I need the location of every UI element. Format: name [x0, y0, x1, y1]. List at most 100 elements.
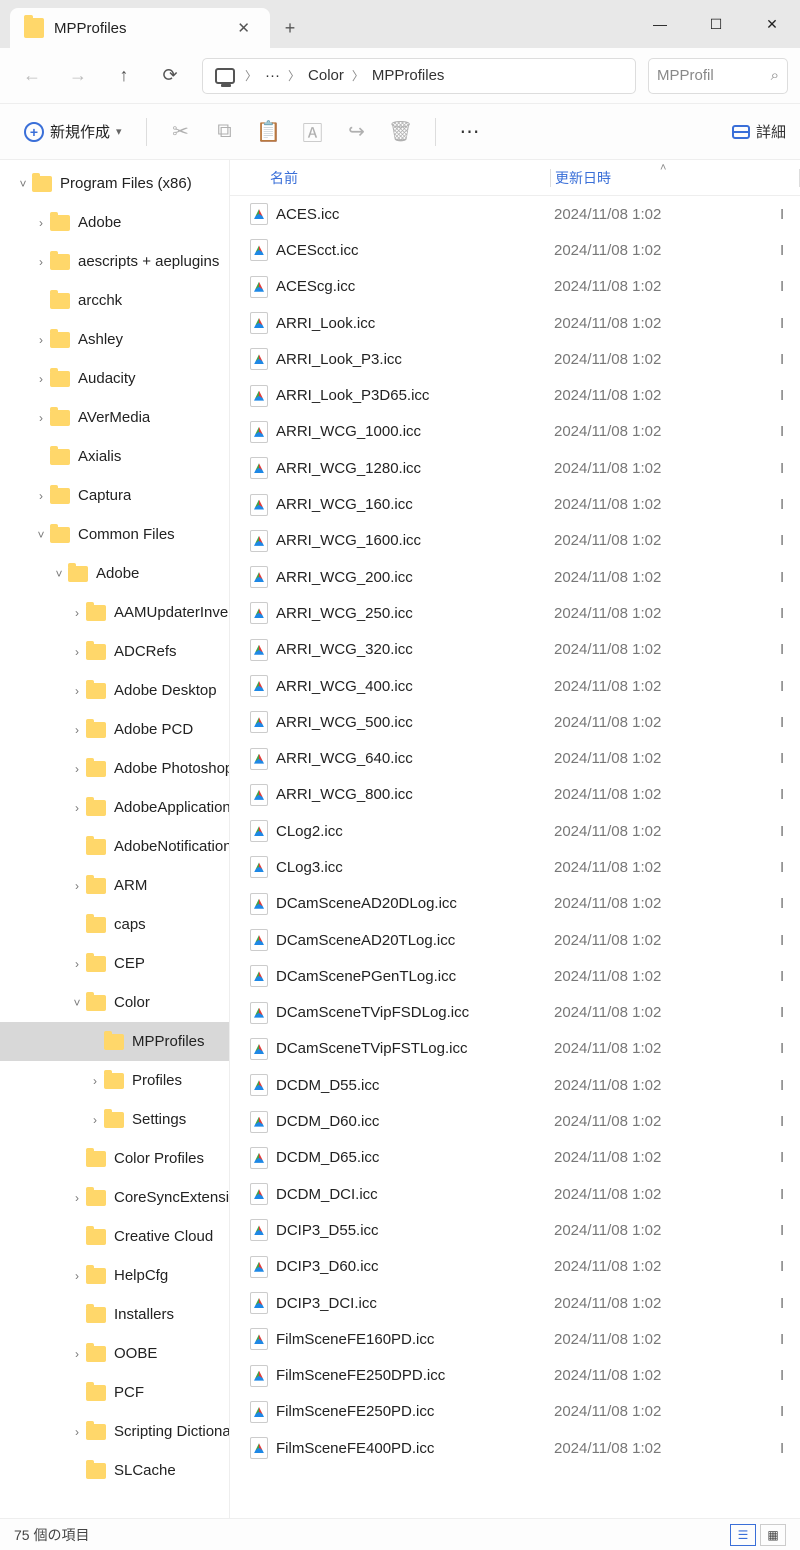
file-row[interactable]: DCIP3_DCI.icc2024/11/08 1:02I — [230, 1285, 800, 1321]
chevron-right-icon[interactable]: 〉 — [350, 67, 366, 84]
file-row[interactable]: ARRI_Look_P3D65.icc2024/11/08 1:02I — [230, 377, 800, 413]
chevron-right-icon[interactable]: › — [32, 255, 50, 269]
tree-item[interactable]: SLCache — [0, 1451, 229, 1490]
file-row[interactable]: FilmSceneFE250DPD.icc2024/11/08 1:02I — [230, 1358, 800, 1394]
chevron-right-icon[interactable]: › — [32, 372, 50, 386]
file-row[interactable]: DCamSceneAD20TLog.icc2024/11/08 1:02I — [230, 922, 800, 958]
chevron-down-icon[interactable]: ˅ — [50, 567, 68, 581]
minimize-button[interactable]: — — [632, 0, 688, 48]
file-row[interactable]: FilmSceneFE400PD.icc2024/11/08 1:02I — [230, 1430, 800, 1466]
file-row[interactable]: DCDM_D65.icc2024/11/08 1:02I — [230, 1140, 800, 1176]
chevron-down-icon[interactable]: ˅ — [32, 528, 50, 542]
chevron-right-icon[interactable]: › — [68, 1191, 86, 1205]
tree-item[interactable]: ›aescripts + aeplugins — [0, 242, 229, 281]
chevron-down-icon[interactable]: ˅ — [68, 996, 86, 1010]
file-list[interactable]: ACES.icc2024/11/08 1:02IACEScct.icc2024/… — [230, 196, 800, 1518]
column-date[interactable]: 更新日時 — [551, 168, 799, 188]
breadcrumb-overflow[interactable]: ··· — [259, 67, 286, 84]
column-name[interactable]: 名前 — [230, 168, 550, 188]
column-header[interactable]: ˄ 名前 更新日時 — [230, 160, 800, 196]
chevron-right-icon[interactable]: › — [68, 684, 86, 698]
delete-button[interactable]: 🗑 — [381, 112, 421, 152]
tree-item[interactable]: ˅Program Files (x86) — [0, 164, 229, 203]
file-row[interactable]: ACES.icc2024/11/08 1:02I — [230, 196, 800, 232]
file-row[interactable]: ACEScct.icc2024/11/08 1:02I — [230, 232, 800, 268]
tree-item[interactable]: PCF — [0, 1373, 229, 1412]
tree-item[interactable]: ›Settings — [0, 1100, 229, 1139]
file-row[interactable]: ACEScg.icc2024/11/08 1:02I — [230, 269, 800, 305]
chevron-right-icon[interactable]: › — [68, 1347, 86, 1361]
chevron-right-icon[interactable]: › — [32, 489, 50, 503]
tree-item[interactable]: MPProfiles — [0, 1022, 229, 1061]
tree-item[interactable]: Axialis — [0, 437, 229, 476]
more-button[interactable]: ⋯ — [450, 112, 490, 152]
tree-item[interactable]: ›HelpCfg — [0, 1256, 229, 1295]
cut-button[interactable]: ✂ — [161, 112, 201, 152]
file-row[interactable]: DCDM_D55.icc2024/11/08 1:02I — [230, 1067, 800, 1103]
tree-item[interactable]: ›Adobe Photoshop — [0, 749, 229, 788]
icons-view-button[interactable]: ▦ — [760, 1524, 786, 1546]
tree-item[interactable]: ›Profiles — [0, 1061, 229, 1100]
chevron-down-icon[interactable]: ˅ — [14, 177, 32, 191]
chevron-right-icon[interactable]: › — [86, 1074, 104, 1088]
file-row[interactable]: ARRI_WCG_640.icc2024/11/08 1:02I — [230, 740, 800, 776]
file-row[interactable]: DCamSceneTVipFSTLog.icc2024/11/08 1:02I — [230, 1031, 800, 1067]
chevron-right-icon[interactable]: › — [68, 879, 86, 893]
file-row[interactable]: ARRI_Look.icc2024/11/08 1:02I — [230, 305, 800, 341]
chevron-right-icon[interactable]: › — [32, 333, 50, 347]
chevron-right-icon[interactable]: 〉 — [286, 67, 302, 84]
tree-item[interactable]: ›AAMUpdaterInventory — [0, 593, 229, 632]
tree-item[interactable]: ›AVerMedia — [0, 398, 229, 437]
chevron-right-icon[interactable]: › — [32, 411, 50, 425]
breadcrumb-color[interactable]: Color — [302, 67, 350, 84]
chevron-right-icon[interactable]: › — [68, 1269, 86, 1283]
file-row[interactable]: ARRI_WCG_1600.icc2024/11/08 1:02I — [230, 523, 800, 559]
chevron-right-icon[interactable]: › — [68, 723, 86, 737]
chevron-right-icon[interactable]: › — [86, 1113, 104, 1127]
tree-item[interactable]: arcchk — [0, 281, 229, 320]
tree-item[interactable]: AdobeNotification — [0, 827, 229, 866]
new-tab-button[interactable]: + — [270, 8, 310, 48]
new-button[interactable]: + 新規作成 ▾ — [14, 115, 132, 148]
tree-item[interactable]: ›Scripting Dictionaries — [0, 1412, 229, 1451]
back-button[interactable]: ← — [12, 56, 52, 96]
file-row[interactable]: ARRI_WCG_800.icc2024/11/08 1:02I — [230, 777, 800, 813]
tree-item[interactable]: ›Adobe PCD — [0, 710, 229, 749]
tree-item[interactable]: ˅Adobe — [0, 554, 229, 593]
file-row[interactable]: ARRI_WCG_160.icc2024/11/08 1:02I — [230, 486, 800, 522]
forward-button[interactable]: → — [58, 56, 98, 96]
chevron-right-icon[interactable]: 〉 — [243, 67, 259, 84]
copy-button[interactable]: ⧉ — [205, 112, 245, 152]
chevron-right-icon[interactable]: › — [68, 801, 86, 815]
file-row[interactable]: ARRI_WCG_400.icc2024/11/08 1:02I — [230, 668, 800, 704]
chevron-right-icon[interactable]: › — [68, 1425, 86, 1439]
chevron-right-icon[interactable]: › — [68, 762, 86, 776]
close-button[interactable]: ✕ — [744, 0, 800, 48]
tree-item[interactable]: ›Audacity — [0, 359, 229, 398]
rename-button[interactable]: 🄰 — [293, 112, 333, 152]
file-row[interactable]: ARRI_WCG_1280.icc2024/11/08 1:02I — [230, 450, 800, 486]
nav-tree[interactable]: ˅Program Files (x86)›Adobe›aescripts + a… — [0, 160, 230, 1518]
tab-close-button[interactable]: ✕ — [231, 15, 256, 41]
file-row[interactable]: DCIP3_D55.icc2024/11/08 1:02I — [230, 1212, 800, 1248]
pc-icon[interactable] — [209, 68, 243, 84]
tree-item[interactable]: Installers — [0, 1295, 229, 1334]
tree-item[interactable]: ›OOBE — [0, 1334, 229, 1373]
file-row[interactable]: DCDM_D60.icc2024/11/08 1:02I — [230, 1103, 800, 1139]
file-row[interactable]: DCIP3_D60.icc2024/11/08 1:02I — [230, 1249, 800, 1285]
tree-item[interactable]: ›CoreSyncExtension — [0, 1178, 229, 1217]
file-row[interactable]: CLog3.icc2024/11/08 1:02I — [230, 849, 800, 885]
chevron-right-icon[interactable]: › — [68, 957, 86, 971]
file-row[interactable]: ARRI_WCG_320.icc2024/11/08 1:02I — [230, 632, 800, 668]
tab-active[interactable]: MPProfiles ✕ — [10, 8, 270, 48]
tree-item[interactable]: ›Adobe — [0, 203, 229, 242]
tree-item[interactable]: caps — [0, 905, 229, 944]
file-row[interactable]: ARRI_Look_P3.icc2024/11/08 1:02I — [230, 341, 800, 377]
file-row[interactable]: ARRI_WCG_250.icc2024/11/08 1:02I — [230, 595, 800, 631]
chevron-right-icon[interactable]: › — [68, 606, 86, 620]
tree-item[interactable]: ˅Color — [0, 983, 229, 1022]
file-row[interactable]: DCamSceneTVipFSDLog.icc2024/11/08 1:02I — [230, 995, 800, 1031]
tree-item[interactable]: ›Ashley — [0, 320, 229, 359]
tree-item[interactable]: ›AdobeApplication — [0, 788, 229, 827]
details-view-button[interactable]: ☰ — [730, 1524, 756, 1546]
